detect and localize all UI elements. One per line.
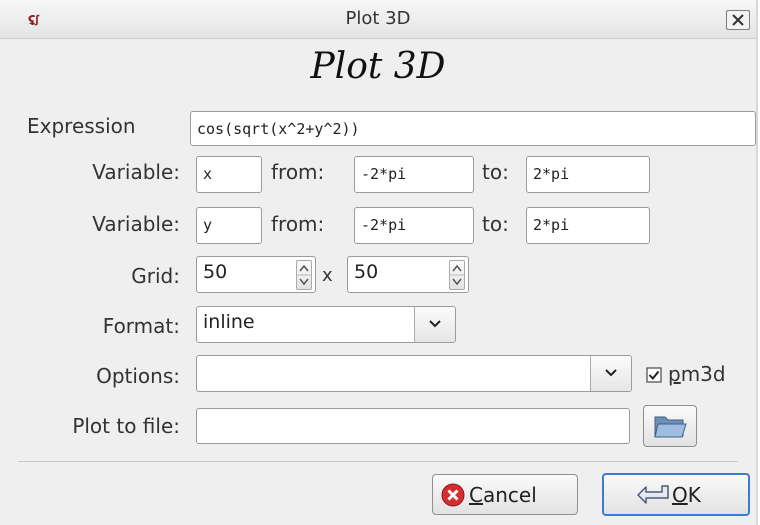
variable-1-from-input[interactable]: -2*pi xyxy=(354,156,474,193)
pm3d-label: pm3d xyxy=(668,362,726,386)
variable-2-to-input[interactable]: 2*pi xyxy=(526,207,650,244)
options-combobox[interactable] xyxy=(196,355,632,392)
plot-to-file-input[interactable] xyxy=(196,408,630,444)
enter-arrow-icon xyxy=(637,485,669,504)
variable-2-from-input[interactable]: -2*pi xyxy=(354,207,474,244)
cancel-icon xyxy=(441,483,465,507)
grid-x-spinbox[interactable]: 50 xyxy=(196,256,316,293)
expression-input[interactable]: cos(sqrt(x^2+y^2)) xyxy=(190,111,756,146)
checkbox-checked-icon[interactable] xyxy=(646,367,662,383)
pm3d-checkbox[interactable]: pm3d xyxy=(646,362,756,388)
dropdown-button[interactable] xyxy=(590,356,631,391)
variable-2-name-input[interactable]: y xyxy=(196,207,262,244)
window-title: Plot 3D xyxy=(345,8,411,29)
variable-1-to-label: to: xyxy=(482,160,509,184)
variable-1-name-input[interactable]: x xyxy=(196,156,262,193)
grid-y-value: 50 xyxy=(354,261,379,283)
chevron-down-icon xyxy=(605,369,617,377)
dialog-heading: Plot 3D xyxy=(310,46,446,87)
options-label: Options: xyxy=(96,364,180,388)
format-select[interactable]: inline xyxy=(196,306,456,343)
variable-1-from-label: from: xyxy=(271,160,325,184)
spin-arrows-icon[interactable] xyxy=(296,260,312,290)
format-label: Format: xyxy=(102,314,180,338)
variable-2-from-label: from: xyxy=(271,212,325,236)
dropdown-button[interactable] xyxy=(414,307,455,342)
close-button[interactable] xyxy=(726,10,750,30)
browse-file-button[interactable] xyxy=(643,405,697,447)
ok-button[interactable]: OK xyxy=(602,473,750,516)
plot-to-file-label: Plot to file: xyxy=(72,414,180,438)
grid-y-spinbox[interactable]: 50 xyxy=(347,256,469,293)
chevron-down-icon xyxy=(429,320,441,328)
cancel-button[interactable]: Cancel xyxy=(432,474,578,515)
variable-2-to-label: to: xyxy=(482,212,509,236)
grid-times-sign: x xyxy=(322,265,333,286)
folder-open-icon xyxy=(654,416,687,438)
cancel-label: Cancel xyxy=(469,483,537,507)
format-value: inline xyxy=(203,311,255,333)
grid-label: Grid: xyxy=(131,264,180,288)
variable-2-label: Variable: xyxy=(92,212,180,236)
variable-1-label: Variable: xyxy=(92,160,180,184)
plot3d-dialog: ʢꭍ Plot 3D Plot 3D Expression cos(sqrt(x… xyxy=(0,0,758,525)
separator-line xyxy=(18,461,738,462)
ok-label: OK xyxy=(672,483,701,507)
title-bar[interactable]: ʢꭍ Plot 3D xyxy=(0,0,756,39)
grid-x-value: 50 xyxy=(203,261,228,283)
variable-1-to-input[interactable]: 2*pi xyxy=(526,156,650,193)
close-x-icon xyxy=(732,14,744,26)
spin-arrows-icon[interactable] xyxy=(449,260,465,290)
expression-label: Expression xyxy=(27,114,136,138)
